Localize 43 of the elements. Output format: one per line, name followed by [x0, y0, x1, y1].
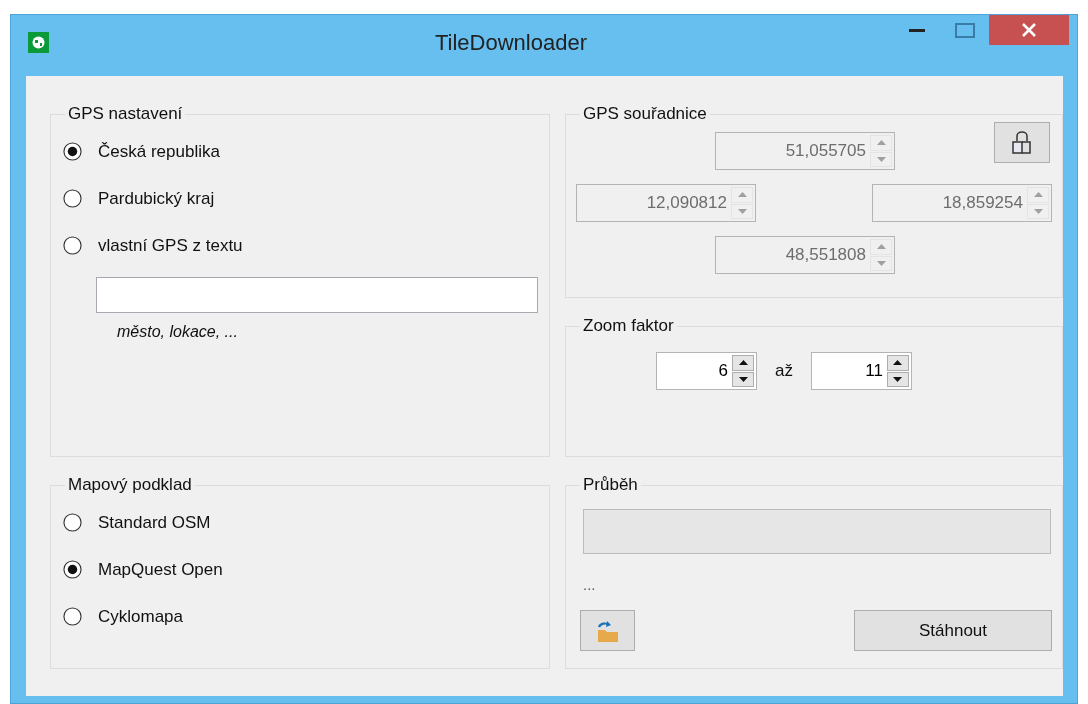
- number-spinner[interactable]: 11: [811, 352, 912, 390]
- number-spinner[interactable]: 6: [656, 352, 757, 390]
- down-arrow-icon: [1033, 208, 1043, 214]
- group-title: GPS souřadnice: [582, 104, 708, 124]
- up-arrow-icon: [1033, 192, 1043, 198]
- down-arrow-icon: [738, 376, 748, 382]
- group-title: Mapový podklad: [67, 475, 193, 495]
- radio-button[interactable]: MapQuest Open: [61, 546, 223, 593]
- spin-up-button[interactable]: [732, 355, 754, 371]
- close-icon: [1022, 23, 1036, 37]
- app-icon: [28, 32, 49, 53]
- window-title: TileDownloader: [433, 29, 588, 56]
- down-arrow-icon: [893, 376, 903, 382]
- spin-down-button[interactable]: [732, 371, 754, 387]
- spin-up-button[interactable]: [887, 355, 909, 371]
- group-title: GPS nastavení: [67, 104, 184, 124]
- up-arrow-icon: [737, 192, 747, 198]
- spin-down-button[interactable]: [887, 371, 909, 387]
- group-title: Zoom faktor: [582, 316, 675, 336]
- up-arrow-icon: [876, 244, 886, 250]
- minimize-icon: [909, 28, 925, 32]
- status-text: ...: [583, 576, 596, 593]
- padlock-icon: [1011, 130, 1033, 155]
- up-arrow-icon: [893, 360, 903, 366]
- radio-button[interactable]: vlastní GPS z textu: [61, 222, 243, 269]
- up-arrow-icon: [876, 140, 886, 146]
- radio-button[interactable]: Česká republika: [61, 128, 220, 175]
- download-button[interactable]: Stáhnout: [854, 610, 1052, 651]
- text-field[interactable]: [96, 277, 538, 313]
- radio-button[interactable]: Cyklomapa: [61, 593, 184, 640]
- group-title: Průběh: [582, 475, 639, 495]
- range-separator: až: [775, 361, 793, 381]
- close-button[interactable]: [989, 15, 1069, 45]
- down-arrow-icon: [737, 208, 747, 214]
- radio-button[interactable]: Pardubický kraj: [61, 175, 215, 222]
- down-arrow-icon: [876, 156, 886, 162]
- open-folder-button[interactable]: [580, 610, 635, 651]
- lock-button[interactable]: [994, 122, 1050, 163]
- up-arrow-icon: [738, 360, 748, 366]
- down-arrow-icon: [876, 260, 886, 266]
- maximize-icon: [955, 22, 975, 38]
- radio-button[interactable]: Standard OSM: [61, 499, 211, 546]
- hint-text: město, lokace, ...: [117, 323, 238, 341]
